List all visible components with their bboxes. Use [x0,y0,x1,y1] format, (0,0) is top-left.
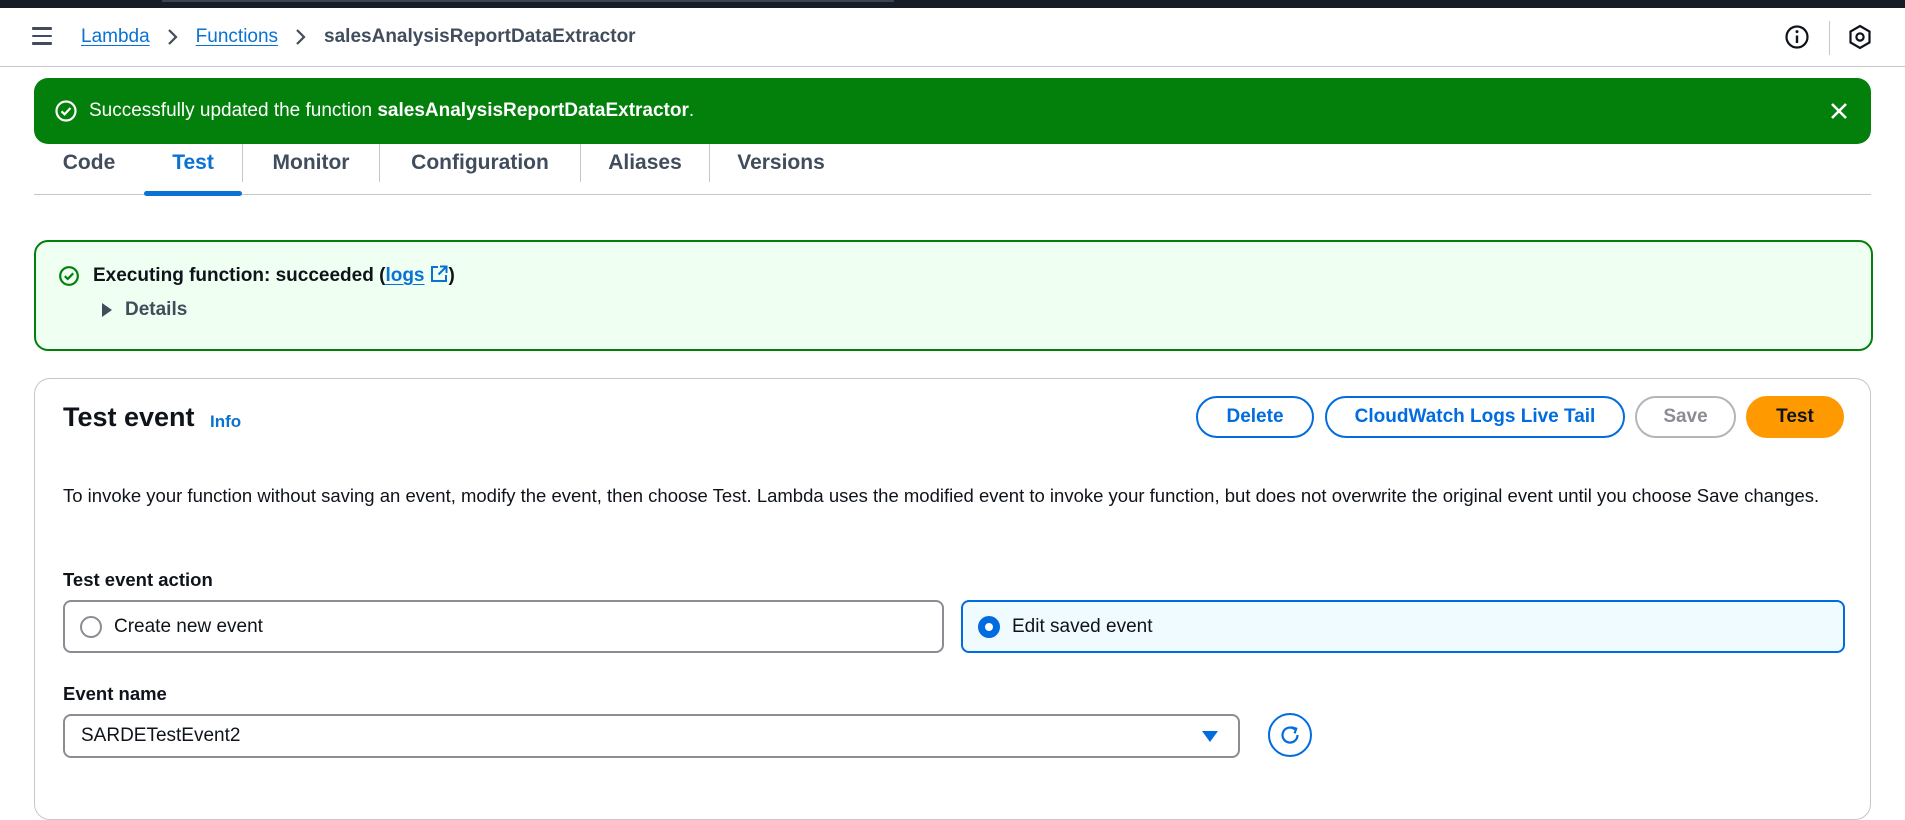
event-name-label: Event name [63,683,167,704]
caret-down-icon [1202,731,1218,742]
function-tabs: Code Test Monitor Configuration Aliases … [34,144,1871,196]
edit-saved-event-option[interactable]: Edit saved event [961,600,1845,653]
execution-result-title: Executing function: succeeded (logs) [93,264,455,290]
cloudwatch-live-tail-button[interactable]: CloudWatch Logs Live Tail [1325,396,1625,438]
test-event-description: To invoke your function without saving a… [63,485,1820,506]
external-link-icon [429,264,449,290]
event-name-value: SARDETestEvent2 [81,725,241,746]
header-divider [1829,21,1830,55]
tab-aliases[interactable]: Aliases [581,144,709,194]
edit-saved-event-label: Edit saved event [1012,616,1153,637]
create-new-event-option[interactable]: Create new event [63,600,944,653]
top-navigation-bar: Lambda Functions salesAnalysisReportData… [0,8,1905,67]
save-button[interactable]: Save [1635,396,1736,438]
browser-top-strip [0,0,1905,8]
breadcrumb-functions[interactable]: Functions [196,26,278,48]
test-event-title: Test event [63,402,195,432]
settings-hexagon-icon[interactable] [1846,23,1874,51]
tab-versions[interactable]: Versions [710,144,852,194]
details-label: Details [125,299,188,320]
test-event-action-label: Test event action [63,569,213,590]
refresh-icon [1281,726,1299,744]
breadcrumb-current-function: salesAnalysisReportDataExtractor [324,26,636,47]
tab-configuration[interactable]: Configuration [380,144,580,194]
refresh-button[interactable] [1268,713,1312,757]
info-icon[interactable] [1783,23,1811,51]
flash-message: Successfully updated the function salesA… [89,100,695,121]
tab-monitor[interactable]: Monitor [243,144,379,194]
breadcrumb-lambda[interactable]: Lambda [81,26,150,48]
tab-code[interactable]: Code [34,144,144,194]
chevron-right-icon [295,28,307,46]
delete-button[interactable]: Delete [1196,396,1314,438]
event-name-select[interactable]: SARDETestEvent2 [63,714,1240,758]
caret-right-icon [102,303,112,317]
menu-icon[interactable] [32,27,54,47]
details-expander[interactable]: Details [102,299,187,321]
success-check-icon [58,265,80,292]
radio-button[interactable] [80,616,102,638]
logs-link[interactable]: logs [385,265,448,286]
success-check-icon [54,99,78,128]
create-new-event-label: Create new event [114,616,263,637]
radio-button-selected[interactable] [978,616,1000,638]
chevron-right-icon [167,28,179,46]
success-flash-banner: Successfully updated the function salesA… [34,78,1871,144]
test-event-panel: Test event Info Delete CloudWatch Logs L… [34,378,1871,820]
info-link[interactable]: Info [210,412,241,432]
breadcrumb: Lambda Functions salesAnalysisReportData… [81,8,636,66]
test-button[interactable]: Test [1746,396,1844,438]
tab-test[interactable]: Test [144,144,242,196]
execution-result-alert: Executing function: succeeded (logs) Det… [34,240,1873,351]
close-icon[interactable] [1827,99,1851,128]
